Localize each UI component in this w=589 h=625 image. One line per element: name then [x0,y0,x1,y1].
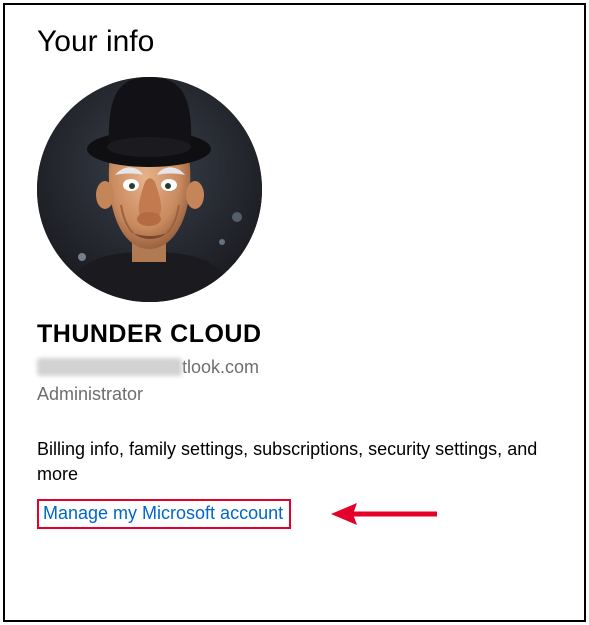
page-title: Your info [37,25,584,59]
email-redacted-portion [37,358,182,376]
avatar-image [37,77,262,302]
settings-pane: Your info [3,3,586,622]
section-description: Billing info, family settings, subscript… [37,437,584,487]
arrow-icon [329,499,439,529]
user-role: Administrator [37,384,584,405]
email-visible-suffix: tlook.com [182,357,259,378]
manage-account-link[interactable]: Manage my Microsoft account [37,499,291,529]
user-display-name: THUNDER CLOUD [37,320,584,349]
user-email: tlook.com [37,355,259,378]
annotation-arrow [329,499,439,529]
avatar[interactable] [37,77,262,302]
manage-link-row: Manage my Microsoft account [37,499,584,529]
